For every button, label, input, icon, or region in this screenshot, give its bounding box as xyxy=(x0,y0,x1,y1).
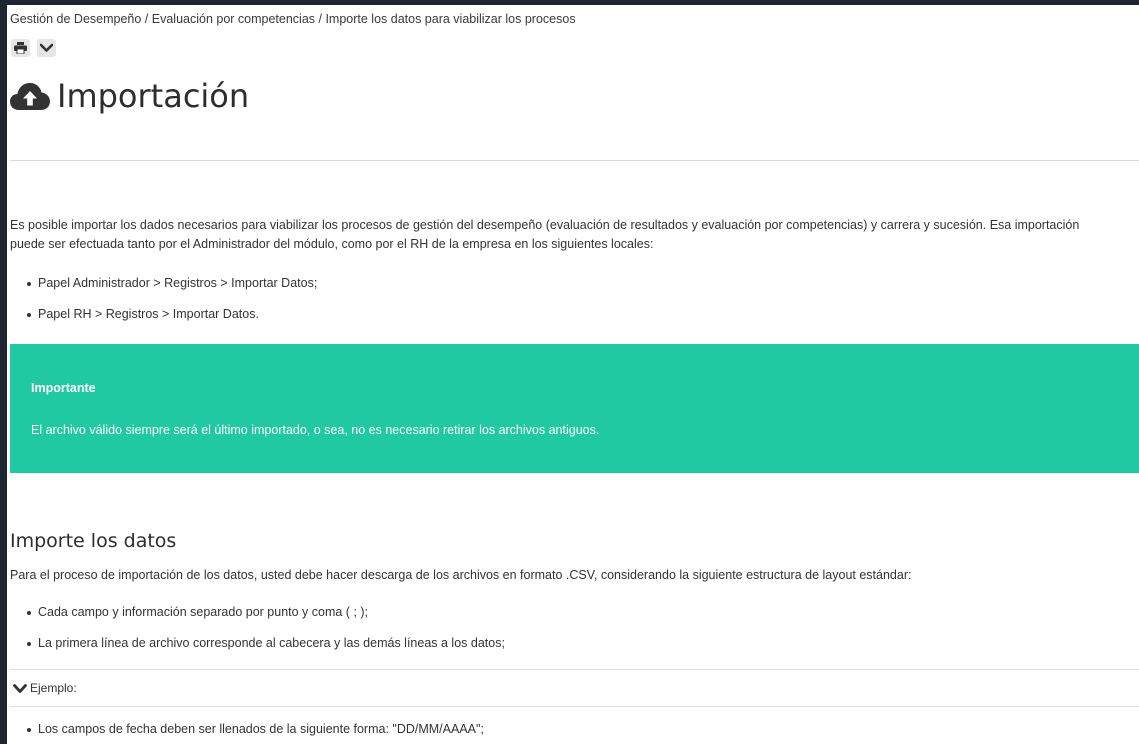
intro-paragraph: Es posible importar los dados necesarios… xyxy=(10,218,1080,251)
toolbar xyxy=(11,39,59,59)
list-item: Papel RH > Registros > Importar Datos. xyxy=(10,307,317,322)
important-callout: Importante El archivo válido siempre ser… xyxy=(10,344,1139,473)
expander-label: Ejemplo: xyxy=(30,681,77,695)
list-item: Papel Administrador > Registros > Import… xyxy=(10,276,317,291)
example-expander[interactable]: Ejemplo: xyxy=(10,669,1139,707)
page-frame: Gestión de Desempeño / Evaluación por co… xyxy=(7,5,1139,744)
list-item: Cada campo y información separado por pu… xyxy=(10,605,505,620)
print-icon xyxy=(14,42,27,54)
page-title: Importación xyxy=(57,77,250,115)
title-divider xyxy=(10,160,1139,161)
breadcrumb: Gestión de Desempeño / Evaluación por co… xyxy=(10,12,576,26)
print-button[interactable] xyxy=(11,39,30,57)
expand-button[interactable] xyxy=(37,39,57,57)
section-heading: Importe los datos xyxy=(10,530,177,552)
list-item: La primera línea de archivo corresponde … xyxy=(10,636,505,651)
chevron-down-icon xyxy=(13,684,27,693)
list-item: Los campos de fecha deben ser llenados d… xyxy=(10,722,484,737)
callout-title: Importante xyxy=(31,381,96,395)
cloud-upload-icon xyxy=(10,83,50,110)
callout-text: El archivo válido siempre será el último… xyxy=(31,423,600,437)
import-bullet-list: Cada campo y información separado por pu… xyxy=(10,605,505,651)
date-bullet-list: Los campos de fecha deben ser llenados d… xyxy=(10,722,484,737)
import-paragraph: Para el proceso de importación de los da… xyxy=(10,568,912,582)
chevron-down-icon xyxy=(40,43,54,52)
intro-bullet-list: Papel Administrador > Registros > Import… xyxy=(10,276,317,322)
